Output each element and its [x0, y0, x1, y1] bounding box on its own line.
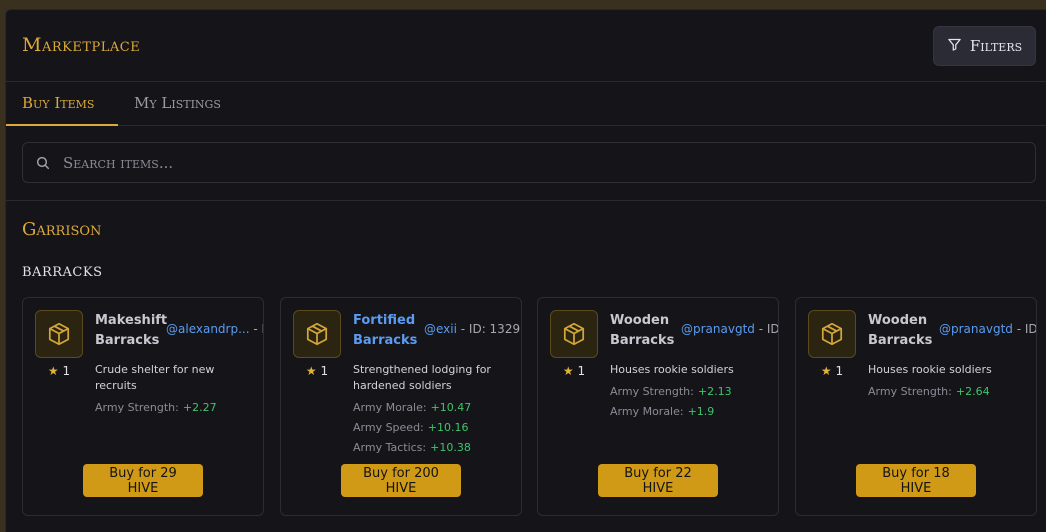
item-stats: Army Morale: +10.47 Army Speed: +10.16 Army …: [353, 398, 513, 458]
stat-row: Army Morale: +1.9: [610, 402, 770, 422]
item-card: ★ 1 Wooden Barracks@pranavgtd - ID: 822 Ho…: [795, 297, 1037, 516]
rating-value: 1: [577, 364, 586, 378]
star-icon: ★: [47, 364, 59, 378]
item-description: Houses rookie soldiers: [610, 363, 734, 376]
page-title: Marketplace: [22, 34, 141, 56]
stat-label: Army Speed:: [353, 421, 424, 434]
search-icon: [35, 155, 51, 171]
tab-buy-items[interactable]: Buy Items: [6, 82, 118, 126]
item-id: - ID: 1245: [758, 322, 779, 336]
box-icon: [808, 310, 856, 358]
stat-label: Army Morale:: [353, 401, 427, 414]
stat-label: Army Morale:: [610, 405, 684, 418]
stat-value: +10.38: [430, 441, 471, 454]
stat-value: +1.9: [687, 405, 715, 418]
item-card: ★ 1 Makeshift Barracks@alexandrp... - ID:…: [22, 297, 264, 516]
stat-row: Army Speed: +10.16: [353, 418, 513, 438]
buy-button[interactable]: Buy for 22 HIVE: [598, 464, 718, 497]
tab-my-listings[interactable]: My Listings: [118, 82, 237, 126]
item-name[interactable]: Wooden Barracks: [610, 311, 684, 351]
item-name[interactable]: Wooden Barracks: [868, 311, 942, 351]
item-id: - ID: 822: [1016, 322, 1037, 336]
item-card: ★ 1 Wooden Barracks@pranavgtd - ID: 1245 H…: [537, 297, 779, 516]
item-id: - ID: 1329: [456, 322, 521, 336]
marketplace-panel: Marketplace Filters Buy Items My Listing…: [5, 9, 1046, 532]
item-stats: Army Strength: +2.64: [868, 382, 1028, 402]
stat-value: +10.47: [430, 401, 472, 414]
item-stats: Army Strength: +2.13 Army Morale: +1.9: [610, 382, 770, 422]
item-id: - ID: 1576: [253, 322, 263, 336]
stat-row: Army Strength: +2.64: [868, 382, 1028, 402]
rating: ★ 1: [293, 364, 341, 378]
header: Marketplace Filters: [6, 10, 1046, 82]
star-icon: ★: [562, 364, 574, 378]
stat-label: Army Strength:: [868, 385, 952, 398]
stat-row: Army Strength: +2.13: [610, 382, 770, 402]
rating-value: 1: [835, 364, 844, 378]
star-icon: ★: [820, 364, 832, 378]
stat-row: Army Strength: +2.27: [95, 398, 255, 418]
seller-link[interactable]: @pranavgtd: [681, 322, 755, 336]
tabs: Buy Items My Listings: [6, 82, 1046, 126]
stat-value: +2.27: [182, 401, 217, 414]
stat-value: +10.16: [427, 421, 469, 434]
item-meta: @pranavgtd - ID: 822: [939, 322, 1037, 336]
rating: ★ 1: [808, 364, 856, 378]
buy-button[interactable]: Buy for 29 HIVE: [83, 464, 203, 497]
search-box: [22, 142, 1036, 183]
item-card: ★ 1 Fortified Barracks @exii - ID: 1329 Str…: [280, 297, 522, 516]
stat-value: +2.13: [697, 385, 732, 398]
item-stats: Army Strength: +2.27: [95, 398, 255, 418]
divider: [6, 200, 1046, 201]
rating-value: 1: [320, 364, 329, 378]
item-name[interactable]: Makeshift Barracks: [95, 311, 169, 351]
buy-button[interactable]: Buy for 18 HIVE: [856, 464, 976, 497]
rating-value: 1: [62, 364, 71, 378]
item-meta: @exii - ID: 1329: [424, 322, 520, 336]
stat-label: Army Tactics:: [353, 441, 427, 454]
subcategory-title: BARRACKS: [22, 265, 103, 280]
item-meta: @alexandrp... - ID: 1576: [166, 322, 263, 336]
stat-row: Army Morale: +10.47: [353, 398, 513, 418]
filters-label: Filters: [969, 37, 1023, 55]
seller-link[interactable]: @pranavgtd: [939, 322, 1013, 336]
stat-value: +2.64: [955, 385, 990, 398]
rating: ★ 1: [550, 364, 598, 378]
item-name[interactable]: Fortified Barracks: [353, 311, 427, 351]
box-icon: [35, 310, 83, 358]
item-description: Crude shelter for new recruits: [95, 363, 215, 392]
item-meta: @pranavgtd - ID: 1245: [681, 322, 779, 336]
box-icon: [293, 310, 341, 358]
buy-button[interactable]: Buy for 200 HIVE: [341, 464, 461, 497]
item-description: Strengthened lodging for hardened soldie…: [353, 363, 491, 392]
seller-link[interactable]: @alexandrp...: [166, 322, 250, 336]
box-icon: [550, 310, 598, 358]
stat-label: Army Strength:: [95, 401, 179, 414]
filter-icon: [947, 37, 962, 56]
filters-button[interactable]: Filters: [933, 26, 1036, 66]
stat-label: Army Strength:: [610, 385, 694, 398]
category-title: Garrison: [22, 219, 102, 240]
rating: ★ 1: [35, 364, 83, 378]
search-input[interactable]: [63, 153, 1023, 172]
seller-link[interactable]: @exii: [424, 322, 457, 336]
item-description: Houses rookie soldiers: [868, 363, 992, 376]
star-icon: ★: [305, 364, 317, 378]
stat-row: Army Tactics: +10.38: [353, 438, 513, 458]
